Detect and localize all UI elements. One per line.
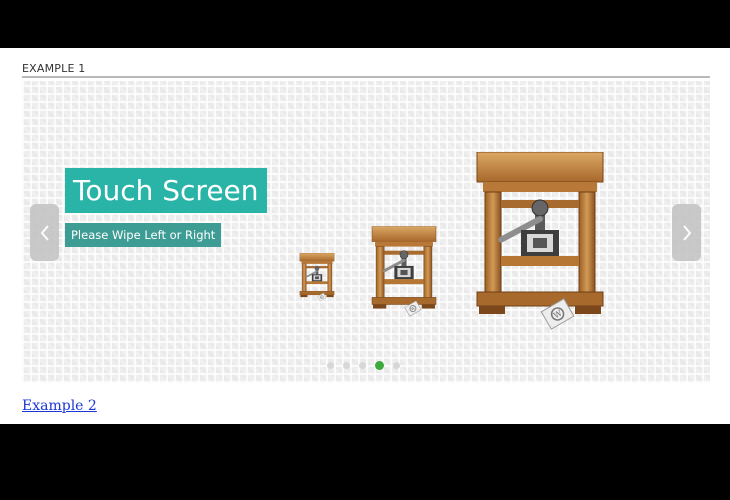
slider-pagination bbox=[327, 361, 400, 370]
pagination-dot[interactable] bbox=[359, 362, 366, 369]
slide-caption-title: Touch Screen bbox=[65, 168, 267, 213]
prev-slide-button[interactable] bbox=[30, 204, 59, 261]
wordpress-press-icon bbox=[475, 152, 605, 332]
example-2-link[interactable]: Example 2 bbox=[22, 398, 97, 414]
section-title: EXAMPLE 1 bbox=[22, 62, 86, 75]
title-divider bbox=[22, 76, 710, 78]
pagination-dot-active[interactable] bbox=[375, 361, 384, 370]
chevron-left-icon bbox=[40, 224, 49, 241]
pagination-dot[interactable] bbox=[327, 362, 334, 369]
pagination-dot[interactable] bbox=[343, 362, 350, 369]
page: EXAMPLE 1 Touch Screen Please Wipe Left … bbox=[0, 48, 730, 424]
chevron-right-icon bbox=[682, 224, 691, 241]
pagination-dot[interactable] bbox=[393, 362, 400, 369]
image-slider[interactable]: Touch Screen Please Wipe Left or Right bbox=[22, 81, 710, 383]
wordpress-press-icon bbox=[298, 253, 336, 302]
next-slide-button[interactable] bbox=[672, 204, 701, 261]
wordpress-press-icon bbox=[371, 225, 437, 319]
slide-caption-subtitle: Please Wipe Left or Right bbox=[65, 223, 222, 247]
